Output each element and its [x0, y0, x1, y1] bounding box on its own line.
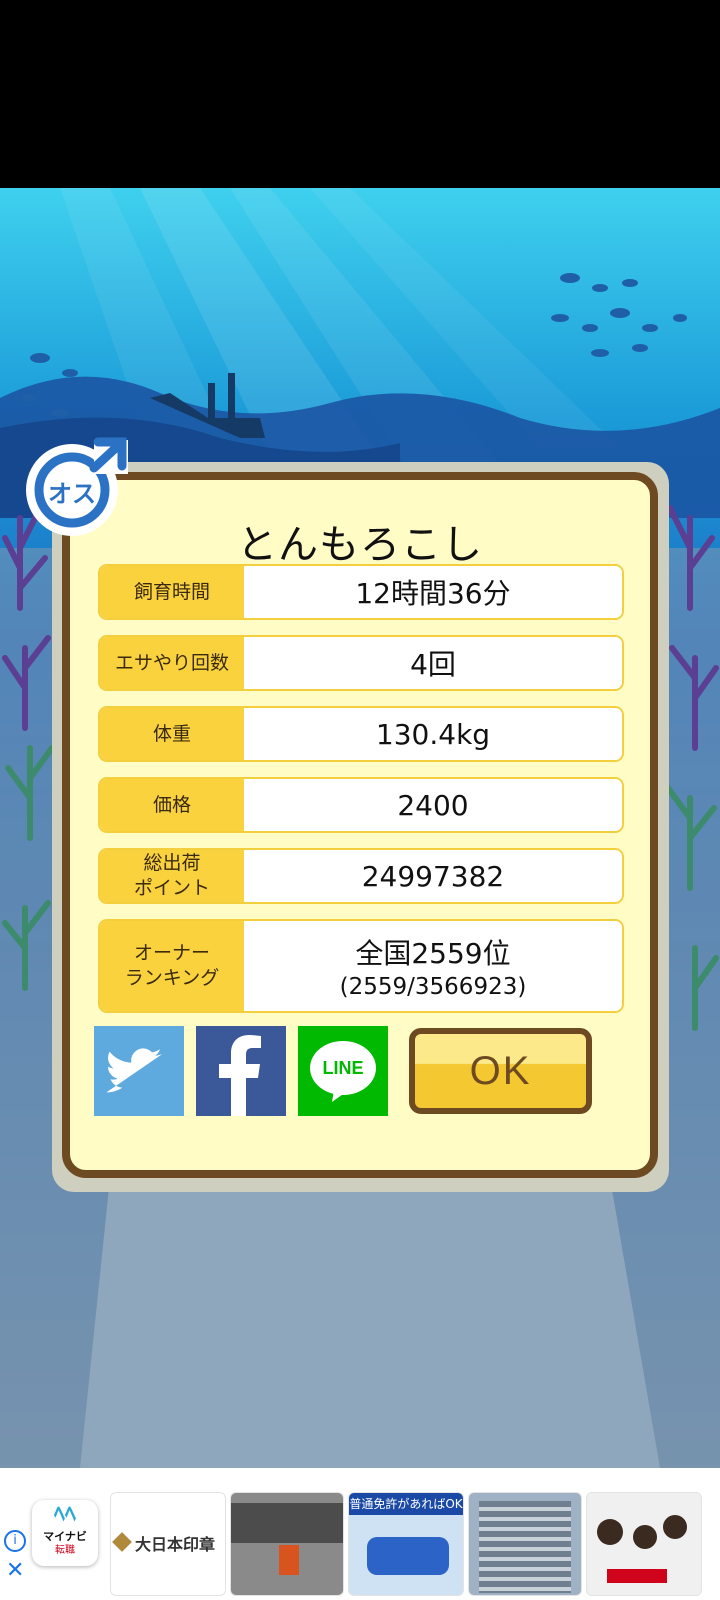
close-icon[interactable]: ✕	[6, 1560, 24, 1582]
mynavi-sub: 転職	[55, 1545, 75, 1556]
stat-label: オーナー ランキング	[100, 921, 244, 1011]
stat-value: 2400	[244, 779, 622, 831]
line-share-button[interactable]: LINE	[298, 1026, 388, 1116]
stat-label: 総出荷 ポイント	[100, 850, 244, 902]
ad-tile-building-photo[interactable]	[468, 1492, 582, 1596]
stat-label-line: ポイント	[133, 877, 210, 899]
twitter-share-button[interactable]	[94, 1026, 184, 1116]
stat-label: 価格	[100, 779, 244, 831]
stat-label-line: ランキング	[124, 967, 220, 989]
result-dialog: とんもろこし 飼育時間 12時間36分 エサやり回数 4回 体重 130.4kg…	[52, 462, 669, 1192]
line-label: LINE	[322, 1058, 364, 1078]
stat-value: 全国2559位 (2559/3566923)	[244, 921, 622, 1011]
ad-banner[interactable]: i ✕ ﾍﾍ マイナビ 転職 大日本印章 普通免許があればOK	[0, 1468, 720, 1600]
stat-row-owner-ranking: オーナー ランキング 全国2559位 (2559/3566923)	[98, 919, 624, 1013]
mynavi-logo-mark: ﾍﾍ	[53, 1502, 76, 1527]
stat-value: 12時間36分	[244, 566, 622, 618]
stat-label: 飼育時間	[100, 566, 244, 618]
stat-row-shipment-points: 総出荷 ポイント 24997382	[98, 848, 624, 904]
mynavi-brand: マイナビ	[43, 1530, 87, 1543]
male-gender-badge: オス	[24, 430, 134, 540]
stat-label-line: オーナー	[133, 942, 210, 964]
stat-value: 24997382	[244, 850, 622, 902]
ad-caption: 普通免許があればOK	[349, 1493, 463, 1515]
stat-label: 体重	[100, 708, 244, 760]
stat-label: エサやり回数	[100, 637, 244, 689]
ad-tile-office-photo[interactable]	[586, 1492, 702, 1596]
stat-value: 130.4kg	[244, 708, 622, 760]
stat-row-feed-count: エサやり回数 4回	[98, 635, 624, 691]
stat-label-line: 総出荷	[143, 852, 201, 874]
pet-name: とんもろこし	[237, 522, 483, 568]
result-dialog-panel: とんもろこし 飼育時間 12時間36分 エサやり回数 4回 体重 130.4kg…	[62, 472, 658, 1178]
info-icon[interactable]: i	[4, 1530, 26, 1552]
facebook-share-button[interactable]	[196, 1026, 286, 1116]
ad-tile-van-photo[interactable]: 普通免許があればOK	[348, 1492, 464, 1596]
facebook-icon	[219, 1035, 261, 1116]
ranking-detail: (2559/3566923)	[339, 974, 527, 1000]
stat-value: 4回	[244, 637, 622, 689]
stat-row-price: 価格 2400	[98, 777, 624, 833]
company-name: 大日本印章	[135, 1535, 216, 1554]
company-logo-icon	[112, 1532, 132, 1552]
mynavi-logo: ﾍﾍ マイナビ 転職	[32, 1500, 98, 1566]
stat-row-breeding-time: 飼育時間 12時間36分	[98, 564, 624, 620]
gender-badge-label: オス	[48, 480, 96, 508]
stat-row-weight: 体重 130.4kg	[98, 706, 624, 762]
ok-button[interactable]: OK	[409, 1028, 592, 1114]
ad-tile-warehouse-photo[interactable]	[230, 1492, 344, 1596]
twitter-icon	[106, 1048, 163, 1093]
ranking-value: 全国2559位	[355, 937, 511, 970]
ad-tile-company[interactable]: 大日本印章	[110, 1492, 226, 1596]
